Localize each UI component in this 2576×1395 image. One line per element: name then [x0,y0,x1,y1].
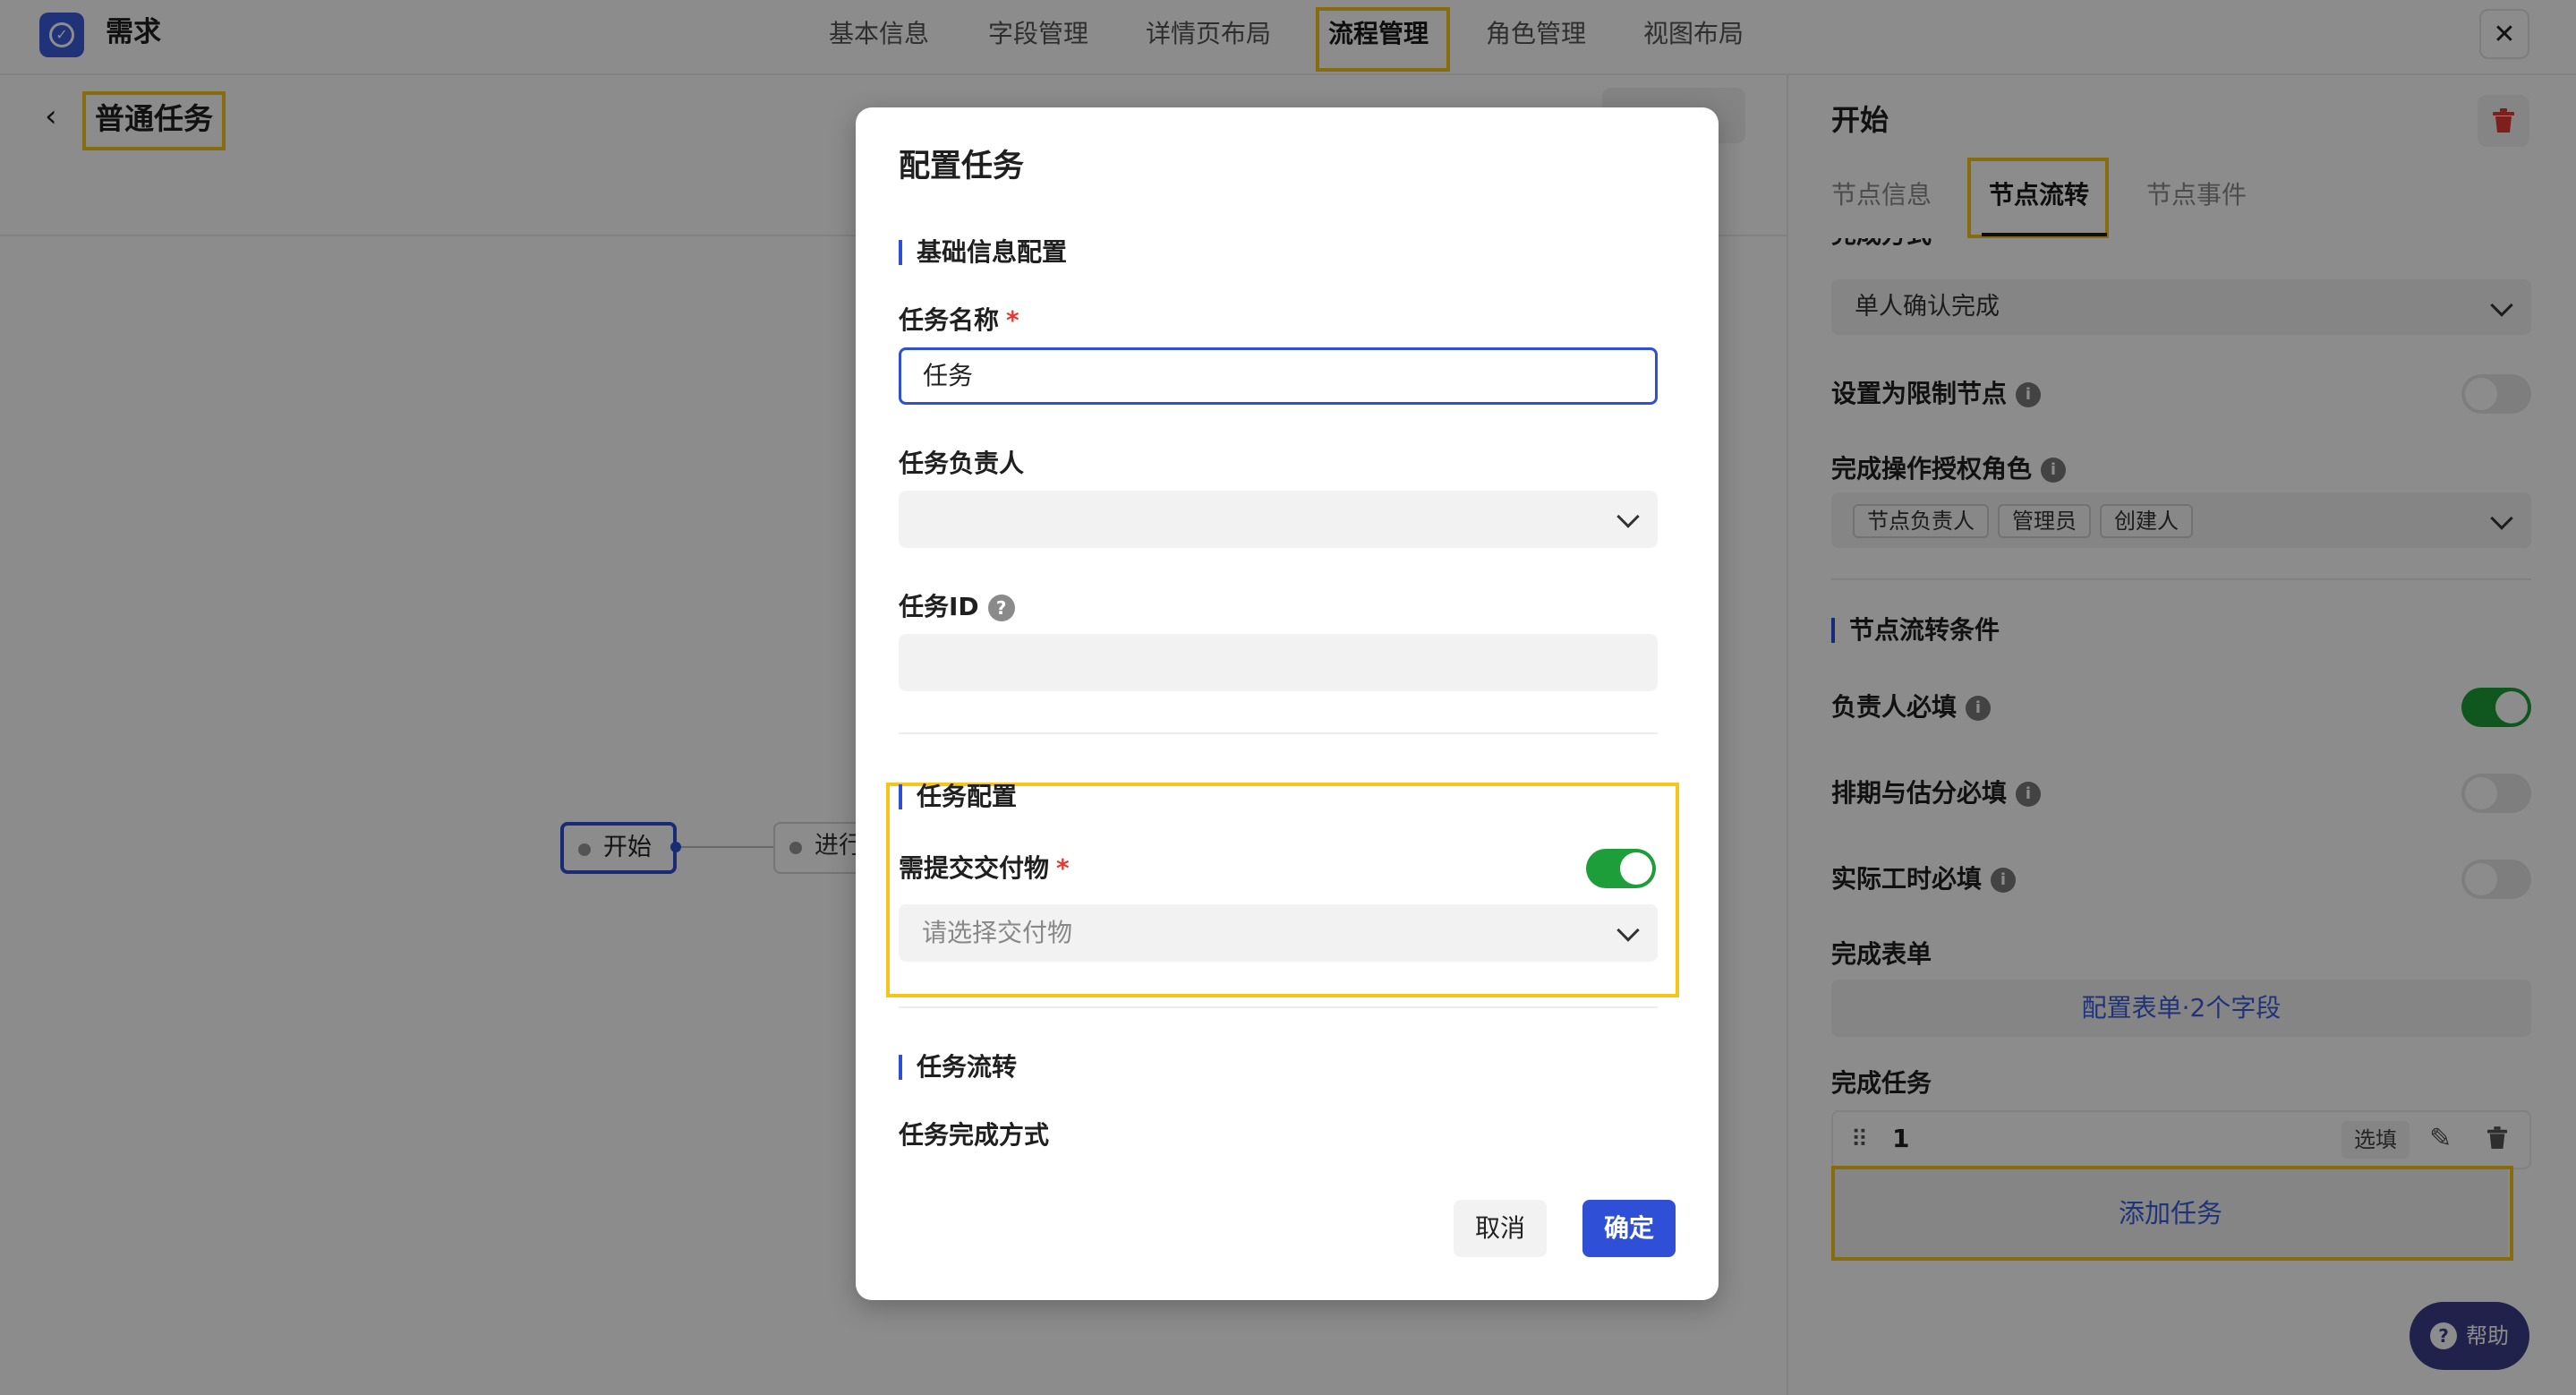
cancel-button[interactable]: 取消 [1454,1200,1547,1257]
section-title-text: 任务流转 [917,1052,1018,1082]
label-text: 任务名称 [899,305,1000,335]
label-text: 需提交交付物 [899,853,1050,883]
confirm-button[interactable]: 确定 [1582,1200,1676,1257]
basic-info-section-title: 基础信息配置 [899,235,1067,270]
required-mark: * [1056,853,1070,883]
section-title-text: 基础信息配置 [917,237,1068,267]
task-owner-select[interactable] [899,491,1658,548]
highlight-box [886,783,1679,997]
toggle-knob [1620,852,1652,885]
divider [899,732,1658,734]
select-placeholder: 请选择交付物 [922,918,1073,947]
required-mark: * [1006,305,1019,335]
deliverable-label: 需提交交付物 * [899,851,1070,886]
task-completion-method-label: 任务完成方式 [899,1120,1050,1150]
task-id-label: 任务ID? [899,589,1015,625]
task-id-input[interactable] [899,634,1658,691]
question-icon[interactable]: ? [987,595,1015,621]
task-name-label: 任务名称 * [899,303,1019,338]
dialog-title: 配置任务 [899,149,1025,184]
label-text: 任务ID [899,592,979,621]
task-flow-section-title: 任务流转 [899,1049,1017,1085]
chevron-down-icon [1616,919,1640,942]
chevron-down-icon [1616,505,1640,528]
task-config-section-title: 任务配置 [899,779,1017,815]
divider [899,1006,1658,1008]
task-owner-label: 任务负责人 [899,449,1025,478]
deliverable-select[interactable]: 请选择交付物 [899,904,1658,962]
section-bar [899,240,902,265]
section-bar [899,1055,902,1080]
deliverable-toggle[interactable] [1586,849,1656,888]
section-bar [899,784,902,809]
task-name-input[interactable]: 任务 [899,347,1658,405]
section-title-text: 任务配置 [917,782,1018,811]
